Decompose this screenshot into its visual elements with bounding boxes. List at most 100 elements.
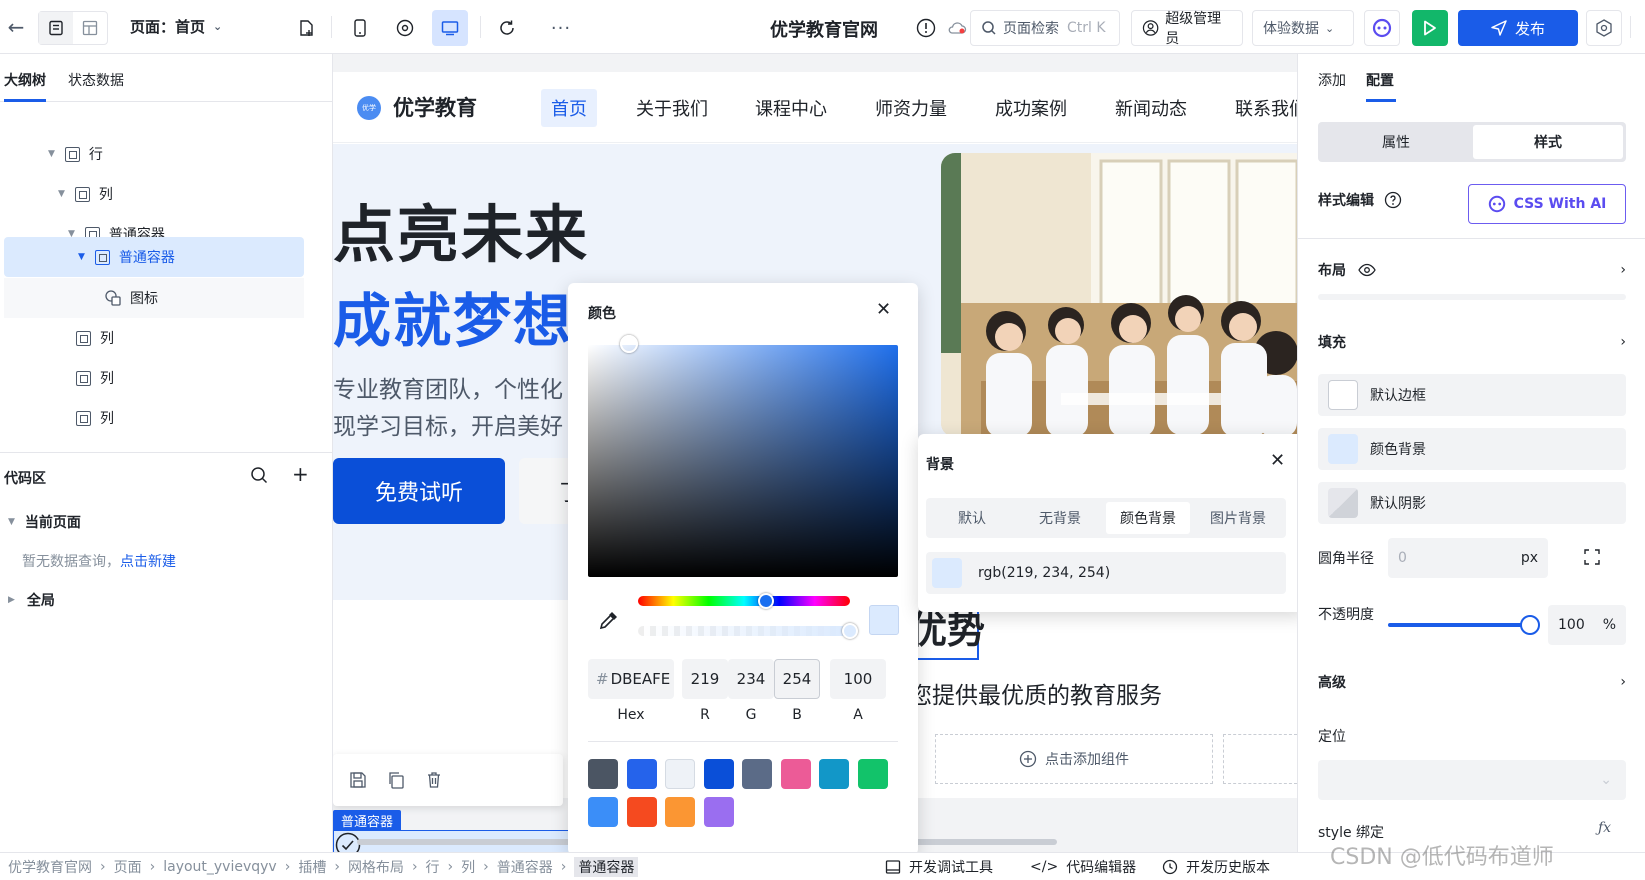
back-arrow-icon[interactable]: ← xyxy=(4,14,28,40)
segment-properties[interactable]: 属性 xyxy=(1321,125,1471,159)
position-select[interactable]: ⌄ xyxy=(1318,760,1626,800)
close-icon[interactable]: ✕ xyxy=(876,299,891,320)
add-icon[interactable]: + xyxy=(292,462,309,486)
debug-tools-button[interactable]: 开发调试工具 xyxy=(885,857,993,877)
tree-item-container-selected[interactable]: ▼ 普通容器 xyxy=(78,238,175,276)
add-component-slot[interactable]: 点击添加组件 xyxy=(935,734,1213,784)
hex-input[interactable]: # DBEAFE xyxy=(588,659,674,699)
copy-icon[interactable] xyxy=(387,771,405,789)
breadcrumb-item[interactable]: 行 xyxy=(426,857,440,877)
tree-item-row[interactable]: ▼ 行 xyxy=(48,135,103,173)
breadcrumb-item[interactable]: 网格布局 xyxy=(348,857,404,877)
history-button[interactable]: 开发历史版本 xyxy=(1162,857,1270,877)
desktop-device-icon[interactable] xyxy=(432,10,468,46)
hue-slider[interactable] xyxy=(638,596,850,606)
alpha-input[interactable]: 100 xyxy=(830,659,886,699)
color-value-field[interactable]: rgb(219, 234, 254) xyxy=(926,552,1286,594)
palette-swatch[interactable] xyxy=(665,797,695,827)
nav-news[interactable]: 新闻动态 xyxy=(1105,89,1197,127)
more-icon[interactable]: ··· xyxy=(548,15,574,41)
free-trial-button[interactable]: 免费试听 xyxy=(333,458,505,524)
opacity-handle[interactable] xyxy=(1520,615,1540,635)
palette-swatch[interactable] xyxy=(703,759,734,789)
help-icon[interactable] xyxy=(1384,191,1402,209)
palette-swatch[interactable] xyxy=(857,759,888,789)
tree-item-column[interactable]: ▼ 列 xyxy=(58,175,113,213)
tab-state-data[interactable]: 状态数据 xyxy=(68,70,124,90)
tree-item-icon[interactable]: 图标 xyxy=(104,279,158,317)
fill-section[interactable]: 填充 › xyxy=(1318,324,1626,360)
close-icon[interactable]: ✕ xyxy=(1270,450,1285,471)
red-input[interactable]: 219 xyxy=(682,659,728,699)
tree-item-column[interactable]: 列 xyxy=(76,399,114,437)
nav-teachers[interactable]: 师资力量 xyxy=(865,89,957,127)
radius-input[interactable]: 0 px xyxy=(1388,538,1548,578)
function-icon[interactable]: ƒx xyxy=(1598,820,1611,836)
add-component-slot[interactable] xyxy=(1223,734,1297,784)
breadcrumb-item[interactable]: 普通容器 xyxy=(574,857,639,877)
refresh-icon[interactable] xyxy=(494,15,520,41)
shadow-field[interactable]: 默认阴影 xyxy=(1318,482,1626,524)
mobile-device-icon[interactable] xyxy=(348,15,372,41)
blue-input[interactable]: 254 xyxy=(774,659,820,699)
layout-section[interactable]: 布局 › xyxy=(1318,252,1626,288)
palette-swatch[interactable] xyxy=(665,759,695,789)
admin-user[interactable]: 超级管理员 xyxy=(1131,10,1243,47)
alpha-handle[interactable] xyxy=(842,623,858,639)
eye-icon[interactable] xyxy=(1358,263,1376,277)
opacity-input[interactable]: 100 % xyxy=(1548,605,1626,645)
tab-color-background[interactable]: 颜色背景 xyxy=(1106,502,1190,534)
publish-button[interactable]: 发布 xyxy=(1458,10,1578,46)
palette-swatch[interactable] xyxy=(819,759,849,789)
nav-courses[interactable]: 课程中心 xyxy=(745,89,837,127)
palette-swatch[interactable] xyxy=(588,759,618,789)
nav-about[interactable]: 关于我们 xyxy=(626,89,718,127)
tablet-device-icon[interactable] xyxy=(392,15,418,41)
advanced-section[interactable]: 高级 › xyxy=(1318,664,1626,700)
palette-swatch[interactable] xyxy=(588,797,618,827)
breadcrumb-item[interactable]: 页面 xyxy=(114,857,142,877)
alpha-slider[interactable] xyxy=(638,626,850,636)
page-selector[interactable]: 页面：首页 ⌄ xyxy=(130,16,222,37)
layout-view-icon[interactable] xyxy=(73,12,107,44)
tab-config[interactable]: 配置 xyxy=(1366,70,1394,90)
tab-outline[interactable]: 大纲树 xyxy=(4,70,46,90)
preview-button[interactable] xyxy=(1412,10,1448,46)
breadcrumb-item[interactable]: 普通容器 xyxy=(497,857,553,877)
current-page-group[interactable]: ▼ 当前页面 xyxy=(8,512,81,532)
css-with-ai-button[interactable]: CSS With AI xyxy=(1468,184,1626,224)
eyedropper-icon[interactable] xyxy=(598,609,620,635)
info-icon[interactable] xyxy=(915,17,937,39)
border-field[interactable]: 默认边框 xyxy=(1318,374,1626,416)
saturation-handle[interactable] xyxy=(620,335,638,353)
code-editor-button[interactable]: </> 代码编辑器 xyxy=(1030,857,1136,877)
background-field[interactable]: 颜色背景 xyxy=(1318,428,1626,470)
hue-handle[interactable] xyxy=(758,593,774,609)
delete-icon[interactable] xyxy=(425,771,443,789)
palette-swatch[interactable] xyxy=(703,797,734,827)
ai-assistant-button[interactable] xyxy=(1364,10,1400,46)
page-search[interactable]: 页面检索 Ctrl K xyxy=(970,10,1120,46)
palette-swatch[interactable] xyxy=(780,759,811,789)
new-page-icon[interactable] xyxy=(294,16,318,40)
breadcrumb-item[interactable]: 插槽 xyxy=(298,857,326,877)
breadcrumb-item[interactable]: layout_yvievqyv xyxy=(163,859,277,875)
search-icon[interactable] xyxy=(250,466,268,488)
nav-cases[interactable]: 成功案例 xyxy=(985,89,1077,127)
saturation-area[interactable] xyxy=(588,345,898,577)
palette-swatch[interactable] xyxy=(626,797,657,827)
tree-item-column[interactable]: 列 xyxy=(76,359,114,397)
breadcrumb-item[interactable]: 优学教育官网 xyxy=(8,857,92,877)
tab-no-background[interactable]: 无背景 xyxy=(1018,502,1102,534)
create-query-link[interactable]: 点击新建 xyxy=(120,554,176,570)
breadcrumb-item[interactable]: 列 xyxy=(461,857,475,877)
global-group[interactable]: ▶ 全局 xyxy=(8,590,55,610)
green-input[interactable]: 234 xyxy=(728,659,774,699)
segment-style[interactable]: 样式 xyxy=(1473,125,1623,159)
tree-item-column[interactable]: 列 xyxy=(76,319,114,357)
expand-icon[interactable] xyxy=(1583,548,1601,570)
nav-home[interactable]: 首页 xyxy=(541,89,597,127)
tab-default[interactable]: 默认 xyxy=(930,502,1014,534)
page-view-icon[interactable] xyxy=(39,12,73,44)
settings-button[interactable] xyxy=(1586,10,1622,46)
